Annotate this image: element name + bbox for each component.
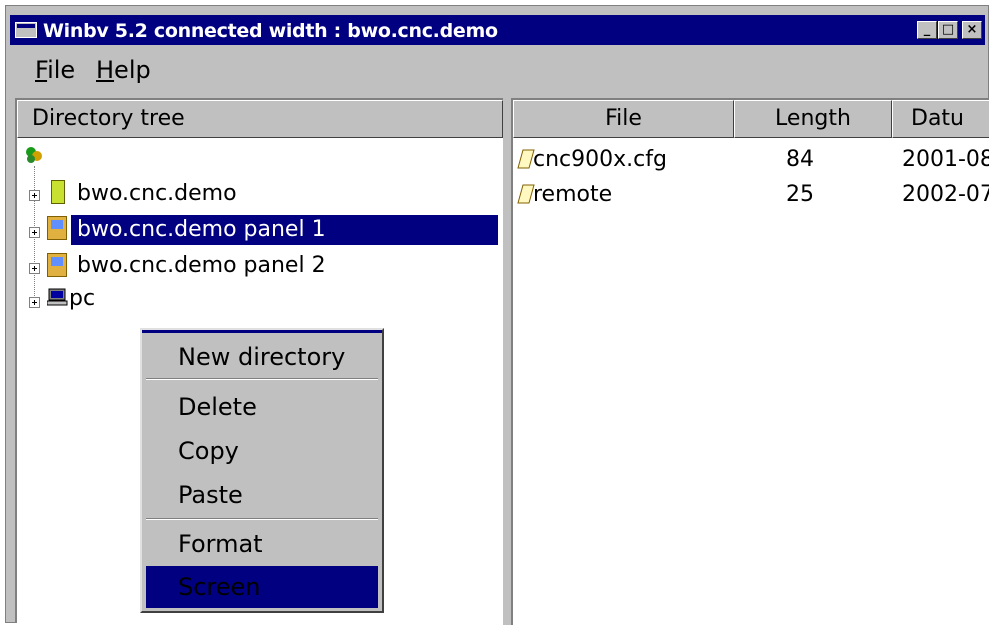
tree-item-pc[interactable]: pc xyxy=(69,284,95,314)
menu-help-mnemonic: H xyxy=(96,56,115,84)
file-name-cell[interactable]: remote xyxy=(533,180,612,210)
menu-bar: File Help xyxy=(10,46,985,92)
context-menu-delete[interactable]: Delete xyxy=(146,386,378,428)
file-length-cell: 25 xyxy=(786,182,814,207)
close-button[interactable]: × xyxy=(962,21,982,39)
panel-icon xyxy=(47,253,67,277)
window-title: Winbv 5.2 connected width : bwo.cnc.demo xyxy=(43,20,498,42)
device-icon xyxy=(51,180,65,204)
menu-help-label: elp xyxy=(114,56,151,84)
title-bar[interactable]: Winbv 5.2 connected width : bwo.cnc.demo… xyxy=(10,15,985,45)
minimize-button[interactable]: _ xyxy=(917,21,937,39)
file-name-cell[interactable]: cnc900x.cfg xyxy=(533,145,667,175)
file-list-pane[interactable]: File Length Datu cnc900x.cfg 84 2001-08 … xyxy=(511,98,989,625)
column-header-file[interactable]: File xyxy=(513,100,734,138)
column-header-length[interactable]: Length xyxy=(734,100,892,138)
menu-help[interactable]: Help xyxy=(96,56,151,84)
file-date-cell: 2001-08 xyxy=(902,147,989,172)
expand-icon[interactable] xyxy=(29,227,40,238)
menu-file-label: ile xyxy=(47,56,76,84)
expand-icon[interactable] xyxy=(29,297,40,308)
tree-item-bwo-cnc-demo[interactable]: bwo.cnc.demo xyxy=(77,179,237,209)
context-menu-screen[interactable]: Screen xyxy=(146,566,378,608)
context-menu-new-directory[interactable]: New directory xyxy=(146,336,378,378)
computer-icon xyxy=(46,288,69,306)
menu-file[interactable]: File xyxy=(35,56,75,84)
context-menu-format[interactable]: Format xyxy=(146,523,378,565)
context-menu-paste[interactable]: Paste xyxy=(146,474,378,516)
context-menu-separator xyxy=(146,378,378,380)
context-menu-top-edge xyxy=(142,330,382,333)
tree-item-panel-1[interactable]: bwo.cnc.demo panel 1 xyxy=(71,215,498,245)
expand-icon[interactable] xyxy=(29,263,40,274)
pane-splitter[interactable] xyxy=(503,98,511,625)
network-root-icon[interactable] xyxy=(25,146,47,164)
context-menu-separator xyxy=(146,518,378,520)
tree-item-panel-2[interactable]: bwo.cnc.demo panel 2 xyxy=(77,251,326,281)
expand-icon[interactable] xyxy=(29,190,40,201)
panel-icon xyxy=(47,216,67,240)
menu-file-mnemonic: F xyxy=(35,56,48,84)
context-menu: New directory Delete Copy Paste Format S… xyxy=(140,328,384,613)
file-date-cell: 2002-07 xyxy=(902,182,989,207)
window-icon[interactable] xyxy=(15,22,37,38)
file-length-cell: 84 xyxy=(786,147,814,172)
column-header-date[interactable]: Datu xyxy=(892,100,989,138)
directory-tree-header[interactable]: Directory tree xyxy=(17,100,503,138)
maximize-button[interactable]: □ xyxy=(938,21,958,39)
context-menu-copy[interactable]: Copy xyxy=(146,430,378,472)
